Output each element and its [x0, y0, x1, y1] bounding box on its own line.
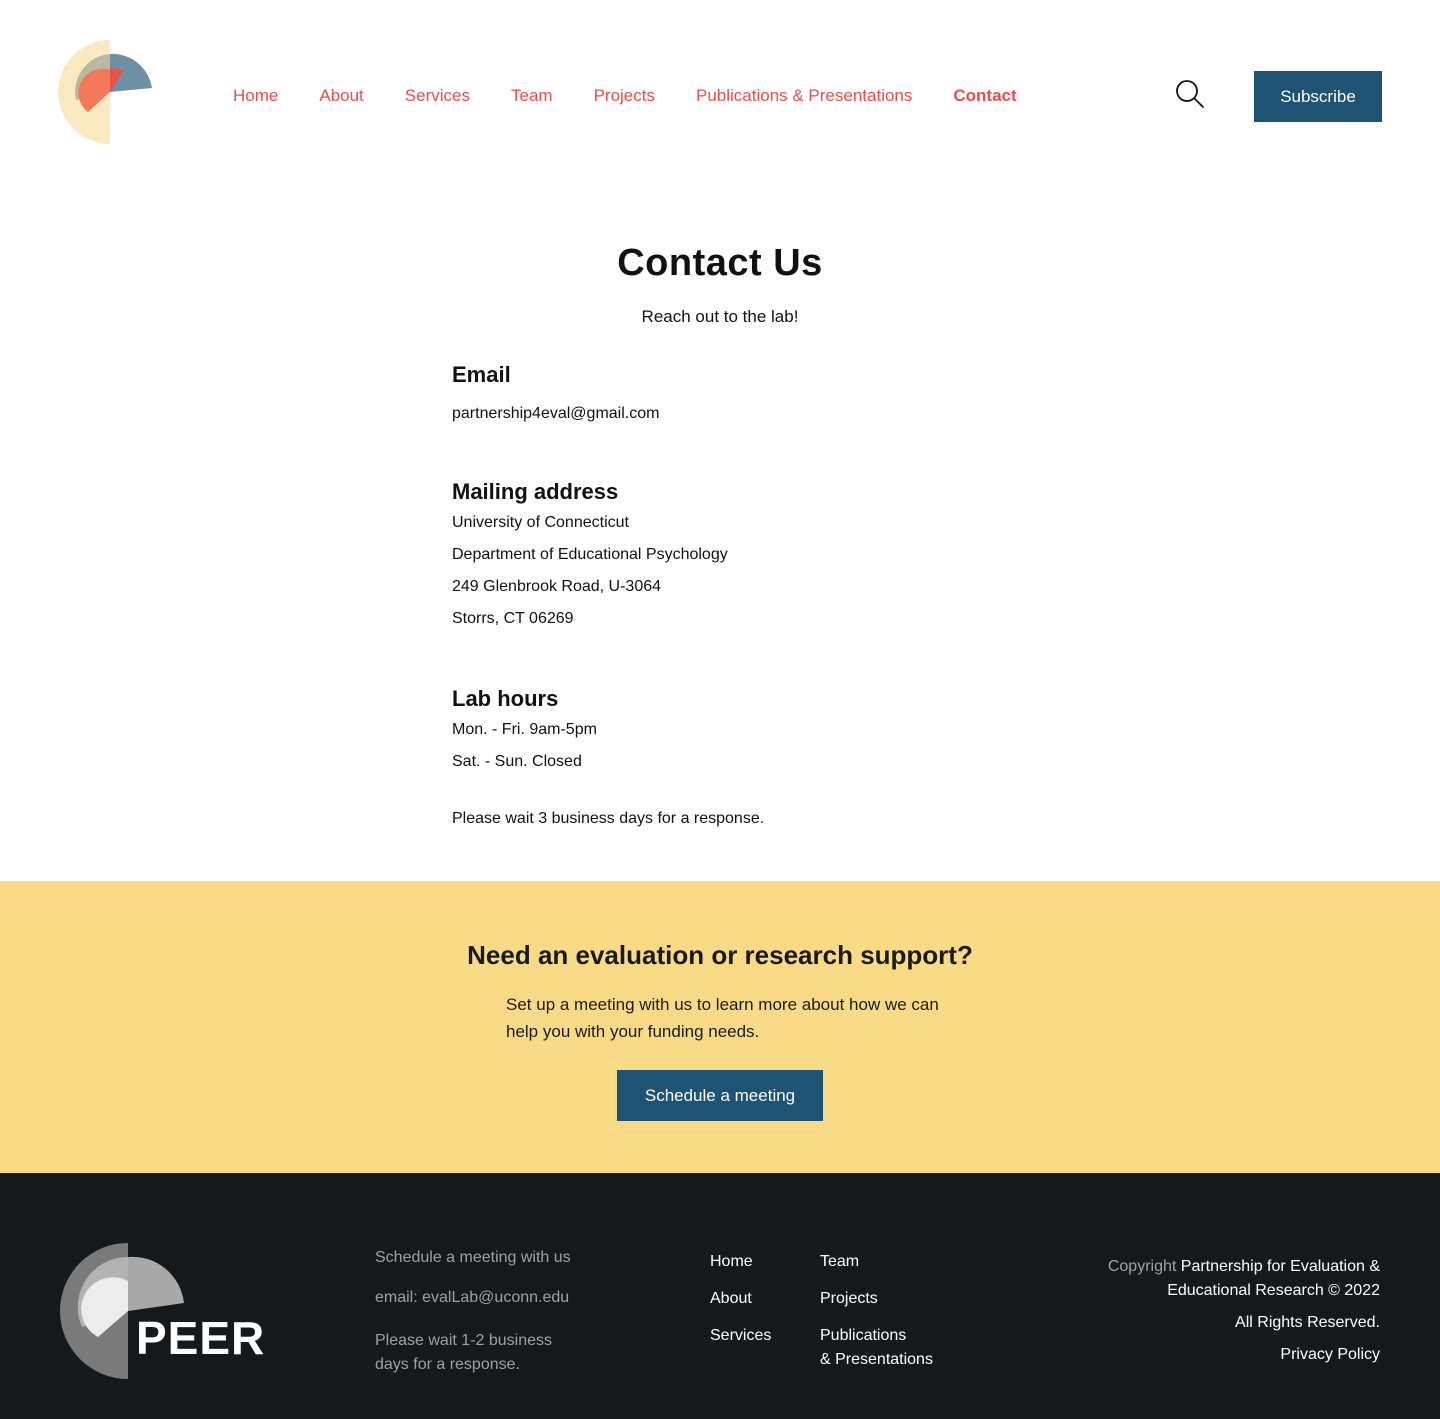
- cta-text: Set up a meeting with us to learn more a…: [506, 995, 939, 1041]
- footer-link-services[interactable]: Services: [710, 1327, 771, 1345]
- search-icon[interactable]: [1175, 79, 1205, 109]
- email-block: Email partnership4eval@gmail.com: [452, 362, 659, 430]
- address-line: Department of Educational Psychology: [452, 546, 728, 563]
- email-address[interactable]: partnership4eval@gmail.com: [452, 398, 659, 430]
- page-subtitle: Reach out to the lab!: [641, 307, 799, 326]
- schedule-meeting-button[interactable]: Schedule a meeting: [617, 1070, 823, 1121]
- site-header: Home About Services Team Projects Public…: [0, 0, 1440, 190]
- email-heading: Email: [452, 362, 511, 387]
- footer-link-publications[interactable]: Publications: [820, 1327, 906, 1345]
- footer-link-team[interactable]: Team: [820, 1253, 859, 1271]
- nav-contact[interactable]: Contact: [953, 86, 1016, 106]
- address-line: University of Connecticut: [452, 514, 629, 531]
- hours-line: Mon. - Fri. 9am-5pm: [452, 721, 597, 738]
- footer-link-presentations[interactable]: & Presentations: [820, 1351, 933, 1369]
- footer-email[interactable]: email: evalLab@uconn.edu: [375, 1289, 569, 1307]
- cta-heading: Need an evaluation or research support?: [467, 940, 973, 970]
- footer-link-about[interactable]: About: [710, 1290, 752, 1308]
- nav-team[interactable]: Team: [511, 86, 553, 106]
- peer-logo-icon[interactable]: [58, 40, 158, 144]
- page-title: Contact Us: [617, 242, 823, 284]
- nav-about[interactable]: About: [319, 86, 363, 106]
- hours-heading: Lab hours: [452, 686, 559, 711]
- footer-link-home[interactable]: Home: [710, 1253, 753, 1271]
- footer-schedule-link[interactable]: Schedule a meeting with us: [375, 1249, 571, 1267]
- contact-section: Contact Us Reach out to the lab! Email p…: [0, 190, 1440, 881]
- mailing-address-block: Mailing address University of Connecticu…: [452, 479, 728, 635]
- privacy-policy-link[interactable]: Privacy Policy: [1280, 1343, 1380, 1367]
- nav-home[interactable]: Home: [233, 86, 278, 106]
- response-note: Please wait 3 business days for a respon…: [452, 810, 765, 827]
- footer-brand: PEER: [136, 1312, 266, 1364]
- main-nav: Home About Services Team Projects Public…: [233, 86, 1058, 106]
- mailing-heading: Mailing address: [452, 479, 619, 504]
- nav-projects[interactable]: Projects: [594, 86, 655, 106]
- cta-section: Need an evaluation or research support? …: [0, 881, 1440, 1173]
- nav-publications[interactable]: Publications & Presentations: [696, 86, 912, 106]
- address-line: 249 Glenbrook Road, U-3064: [452, 578, 662, 595]
- lab-hours-block: Lab hours Mon. - Fri. 9am-5pm Sat. - Sun…: [452, 686, 597, 778]
- subscribe-button[interactable]: Subscribe: [1254, 71, 1382, 122]
- copyright-org: Partnership for Evaluation &: [1180, 1258, 1380, 1275]
- site-footer: PEER Schedule a meeting with us email: e…: [0, 1173, 1440, 1419]
- nav-services[interactable]: Services: [405, 86, 470, 106]
- address-line: Storrs, CT 06269: [452, 610, 574, 627]
- rights-text: All Rights Reserved.: [1235, 1314, 1380, 1331]
- hours-line: Sat. - Sun. Closed: [452, 753, 582, 770]
- footer-link-projects[interactable]: Projects: [820, 1290, 878, 1308]
- copyright-prefix: Copyright: [1107, 1258, 1177, 1275]
- copyright-year: Educational Research © 2022: [1167, 1282, 1380, 1299]
- footer-wait-note: Please wait 1-2 business days for a resp…: [375, 1332, 552, 1373]
